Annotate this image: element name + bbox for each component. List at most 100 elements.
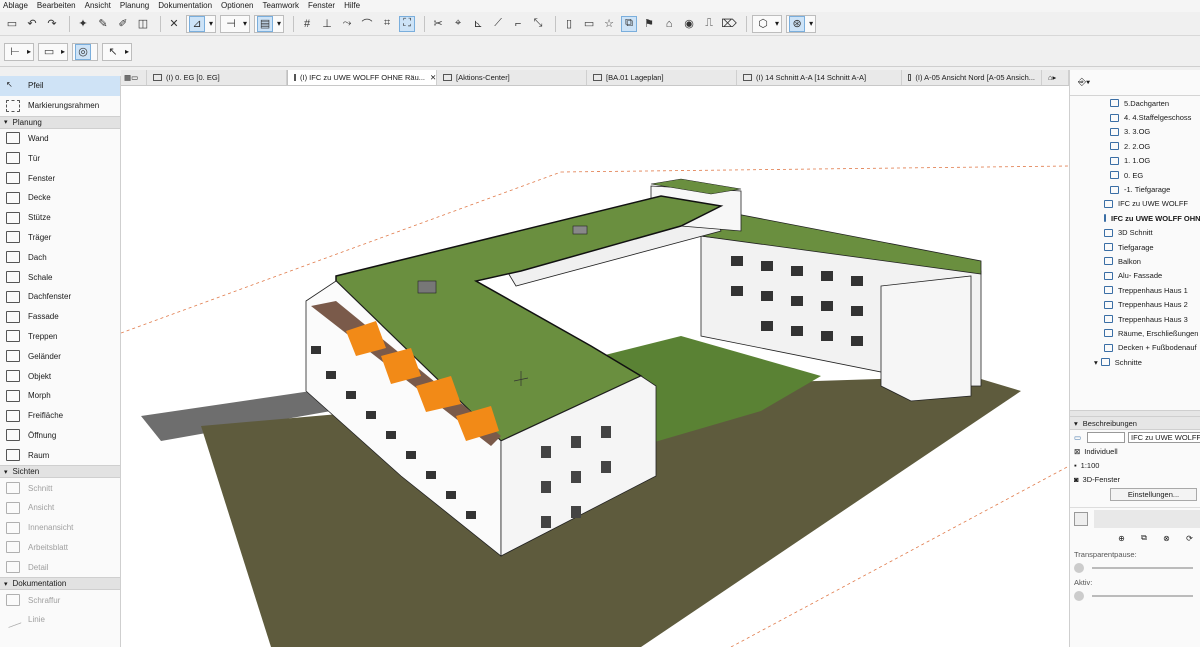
tool-decke[interactable]: Decke xyxy=(0,188,120,208)
tool-morph[interactable]: Morph xyxy=(0,386,120,406)
menu-fenster[interactable]: Fenster xyxy=(308,0,335,12)
menu-hilfe[interactable]: Hilfe xyxy=(344,0,360,12)
tab-overview-button[interactable]: ▦▭ xyxy=(121,70,147,85)
tree-node[interactable]: Treppenhaus Haus 3 xyxy=(1070,312,1200,326)
tree-node[interactable]: 3. 3.OG xyxy=(1070,125,1200,139)
scale-row[interactable]: ▪ 1:100 xyxy=(1070,458,1200,472)
tool-schnitt[interactable]: Schnitt xyxy=(0,478,120,498)
tree-node-folder[interactable]: ▾ Schnitte xyxy=(1070,355,1200,369)
menu-teamwork[interactable]: Teamwork xyxy=(263,0,299,12)
cursor-snap-icon[interactable]: ✕ xyxy=(166,16,182,32)
project-map-icon[interactable]: ⎆▾ xyxy=(1078,77,1090,88)
section-planung[interactable]: ▾ Planung xyxy=(0,115,120,129)
tool-ansicht[interactable]: Ansicht xyxy=(0,498,120,518)
menu-ablage[interactable]: Ablage xyxy=(3,0,28,12)
magic-wand-icon[interactable]: ✦ xyxy=(75,16,91,32)
tool-innenansicht[interactable]: Innenansicht xyxy=(0,518,120,538)
tree-node[interactable]: Tiefgarage xyxy=(1070,240,1200,254)
tool-pfeil[interactable]: ↖ Pfeil xyxy=(0,76,120,96)
adjust-icon[interactable]: ⊾ xyxy=(470,16,486,32)
tool-fassade[interactable]: Fassade xyxy=(0,307,120,327)
grid-dropdown[interactable]: ▤ ▾ xyxy=(254,14,285,33)
tree-node[interactable]: Treppenhaus Haus 2 xyxy=(1070,297,1200,311)
window-icon[interactable]: ▭ xyxy=(581,16,597,32)
trace-icon[interactable]: ⌒ xyxy=(359,16,375,32)
camera-icon[interactable]: ◉ xyxy=(681,16,697,32)
menu-ansicht[interactable]: Ansicht xyxy=(85,0,111,12)
tool-stuetze[interactable]: Stütze xyxy=(0,208,120,228)
tool-schale[interactable]: Schale xyxy=(0,267,120,287)
flag-icon[interactable]: ⚑ xyxy=(641,16,657,32)
tool-freiflaeche[interactable]: Freifläche xyxy=(0,406,120,426)
tab-lageplan[interactable]: [BA.01 Lageplan] xyxy=(587,70,737,85)
properties-header[interactable]: ▾ Beschreibungen xyxy=(1070,416,1200,430)
tab-eg[interactable]: (I) 0. EG [0. EG] xyxy=(147,70,287,85)
tree-node[interactable]: Räume, Erschließungen xyxy=(1070,326,1200,340)
redo-icon[interactable]: ↷ xyxy=(44,16,60,32)
tree-node[interactable]: Alu- Fassade xyxy=(1070,269,1200,283)
stamp-icon[interactable]: ⎍ xyxy=(701,16,717,32)
id-field[interactable] xyxy=(1087,431,1125,443)
tree-node[interactable]: IFC zu UWE WOLFF xyxy=(1070,197,1200,211)
tool-detail[interactable]: Detail xyxy=(0,557,120,577)
tool-treppen[interactable]: Treppen xyxy=(0,327,120,347)
partial-dropdown[interactable]: ▭ ▸ xyxy=(38,42,69,61)
tool-schraffur[interactable]: Schraffur xyxy=(0,590,120,610)
tree-node[interactable]: -1. Tiefgarage xyxy=(1070,182,1200,196)
home-icon[interactable]: ⌂ xyxy=(661,16,677,32)
close-icon[interactable]: ✕ xyxy=(430,73,436,82)
tree-node[interactable]: 1. 1.OG xyxy=(1070,154,1200,168)
transparency-slider[interactable] xyxy=(1092,567,1193,569)
group-icon[interactable]: ⛶ xyxy=(399,15,416,32)
name-field[interactable]: IFC zu UWE WOLFF O xyxy=(1128,431,1200,443)
settings-button[interactable]: Einstellungen... xyxy=(1110,488,1197,501)
tree-node-active[interactable]: IFC zu UWE WOLFF OHNE xyxy=(1070,211,1200,225)
offset-icon[interactable]: ⤳ xyxy=(339,16,355,32)
render-dropdown[interactable]: ⬡ ▾ xyxy=(752,14,783,33)
tree-node[interactable]: 5.Dachgarten xyxy=(1070,96,1200,110)
tree-node[interactable]: 3D Schnitt xyxy=(1070,226,1200,240)
fillet-icon[interactable]: ⌐ xyxy=(510,16,526,32)
tool-tuer[interactable]: Tür xyxy=(0,148,120,168)
tool-objekt[interactable]: Objekt xyxy=(0,366,120,386)
toggle-icon[interactable] xyxy=(1074,563,1084,573)
section-sichten[interactable]: ▾ Sichten xyxy=(0,465,120,479)
tab-schnitt[interactable]: (I) 14 Schnitt A-A [14 Schnitt A-A] xyxy=(737,70,902,85)
3d-viewport[interactable] xyxy=(121,86,1069,647)
tool-wand[interactable]: Wand xyxy=(0,129,120,149)
tag-icon[interactable]: ⌦ xyxy=(721,16,737,32)
scissors-icon[interactable]: ✂ xyxy=(430,16,446,32)
save-icon[interactable]: ▭ xyxy=(4,16,20,32)
guideline-dropdown[interactable]: ⊿ ▾ xyxy=(186,14,217,33)
snap-dropdown[interactable]: ⊣ ▾ xyxy=(220,14,251,33)
active-slider[interactable] xyxy=(1092,595,1193,597)
menu-bearbeiten[interactable]: Bearbeiten xyxy=(37,0,76,12)
add-icon[interactable]: ⊕ xyxy=(1118,534,1125,543)
tool-raum[interactable]: Raum xyxy=(0,445,120,465)
tree-node[interactable]: Decken + Fußbodenauf xyxy=(1070,341,1200,355)
tool-fenster[interactable]: Fenster xyxy=(0,168,120,188)
tree-node[interactable]: Balkon xyxy=(1070,254,1200,268)
info-dropdown[interactable]: ⊢ ▸ xyxy=(4,42,35,61)
tool-linie[interactable]: Linie xyxy=(0,610,120,630)
tool-traeger[interactable]: Träger xyxy=(0,228,120,248)
menu-dokumentation[interactable]: Dokumentation xyxy=(158,0,212,12)
tab-3d-active[interactable]: (I) IFC zu UWE WOLFF OHNE Räu... ✕ xyxy=(287,70,437,85)
duplicate-icon[interactable]: ⧉ xyxy=(1141,533,1147,543)
tree-node[interactable]: Treppenhaus Haus 1 xyxy=(1070,283,1200,297)
tool-dach[interactable]: Dach xyxy=(0,247,120,267)
tool-arbeitsblatt[interactable]: Arbeitsblatt xyxy=(0,538,120,558)
tab-aktions-center[interactable]: [Aktions-Center] xyxy=(437,70,587,85)
grid-icon[interactable]: # xyxy=(299,16,315,32)
orbit-dropdown[interactable]: ⊛ ▾ xyxy=(786,14,817,33)
menu-optionen[interactable]: Optionen xyxy=(221,0,253,12)
pick-up-icon[interactable]: ✎ xyxy=(95,16,111,32)
tracker-icon[interactable]: ⌗ xyxy=(379,16,395,32)
toggle-icon[interactable] xyxy=(1074,591,1084,601)
window-row[interactable]: ◙ 3D-Fenster xyxy=(1070,472,1200,486)
marquee-tool-icon[interactable]: ▯ xyxy=(561,16,577,32)
layer-icon[interactable]: ◫ xyxy=(135,16,151,32)
menu-planung[interactable]: Planung xyxy=(120,0,149,12)
tool-gelaender[interactable]: Geländer xyxy=(0,346,120,366)
tree-node[interactable]: 0. EG xyxy=(1070,168,1200,182)
